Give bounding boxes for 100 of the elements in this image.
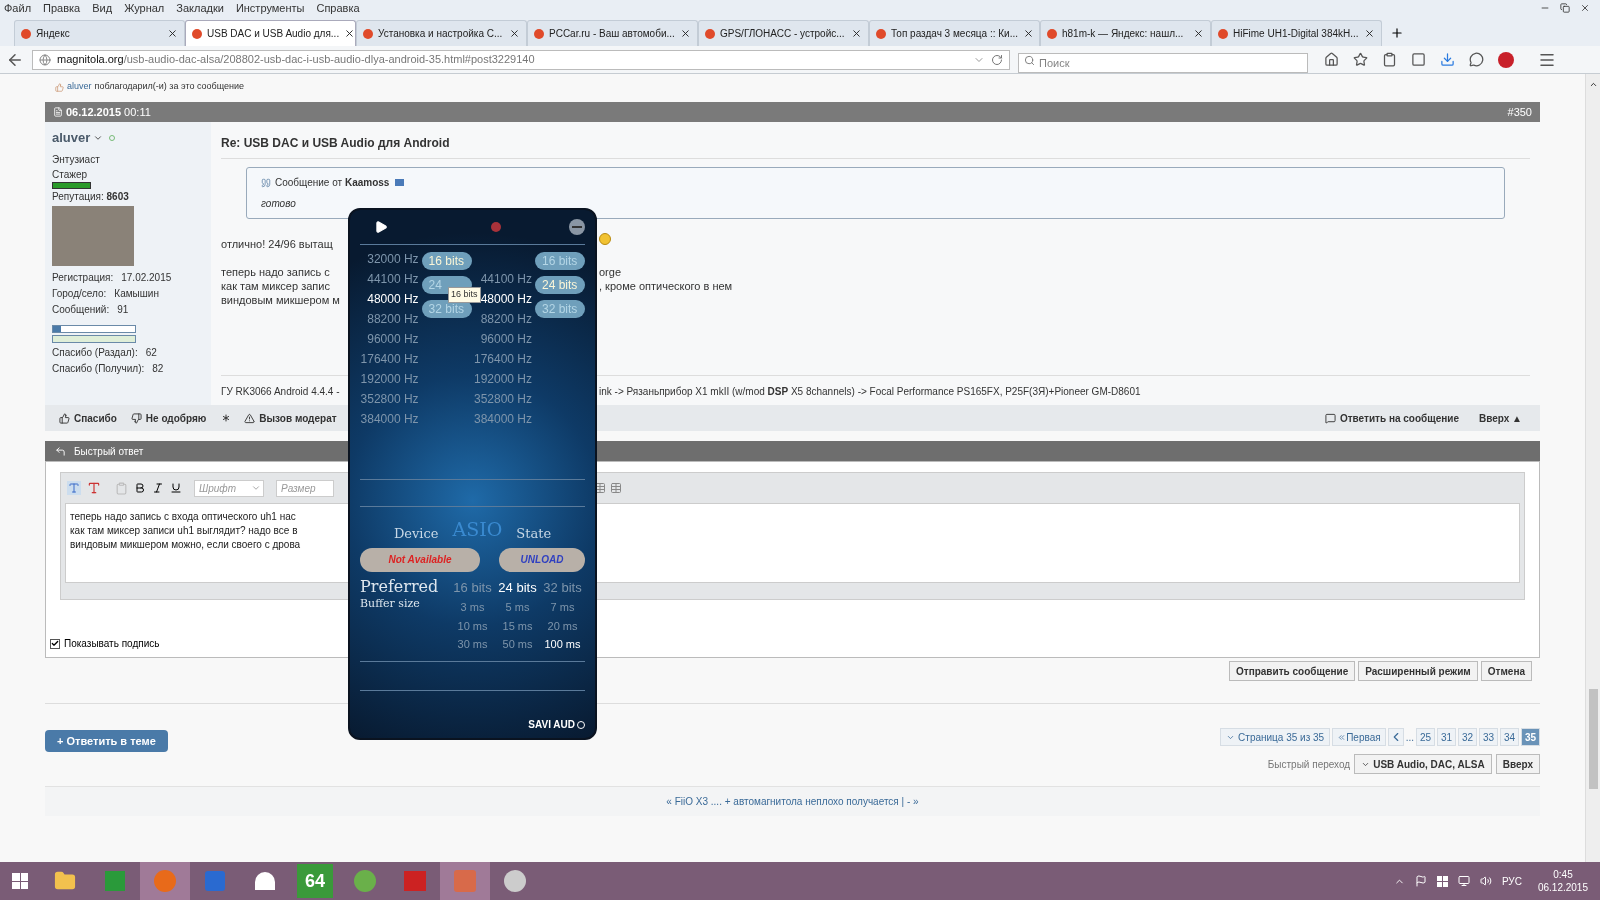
flag-icon[interactable] [1414,875,1427,887]
thread-navigation-link[interactable]: « FiiO X3 .... + автомагнитола неплохо получается | - » [666,794,919,809]
insert-icon[interactable] [610,482,622,494]
sample-rate-option[interactable]: 48000 Hz [480,289,532,309]
previous-page-icon[interactable] [1387,728,1404,746]
browser-tab[interactable]: Установка и настройка С... [356,20,527,46]
menu-item[interactable]: Журнал [124,0,165,17]
buffer-size-option[interactable]: 100 ms [540,636,585,653]
close-tab-icon[interactable] [167,28,178,39]
menu-item[interactable]: Справка [316,0,360,17]
thanks-user-link[interactable]: aluver [67,80,92,94]
form-button[interactable]: Отмена [1480,661,1532,681]
sample-rate-option[interactable]: 32000 Hz [367,249,419,269]
top-button[interactable]: Вверх [1495,754,1540,774]
browser-tab[interactable]: HiFime UH1-Digital 384kH... [1211,20,1382,46]
sample-rate-option[interactable]: 176400 Hz [473,349,532,369]
address-bar[interactable]: magnitola.org/usb-audio-dac-alsa/208802-usb-dac-i-usb-audio-dlya-android-35.html#post3229140 [32,49,1010,70]
buffer-size-option[interactable]: 5 ms [495,599,540,616]
new-tab-icon[interactable] [1390,26,1404,40]
first-page-link[interactable]: Первая [1332,728,1386,746]
page-link[interactable]: 34 [1500,728,1519,746]
sample-rate-option[interactable]: 44100 Hz [480,269,532,289]
buffer-size-option[interactable]: 30 ms [450,636,495,653]
page-summary-dropdown[interactable]: Страница 35 из 35 [1220,728,1331,746]
action-link[interactable]: Вверх ▲ [1479,410,1522,426]
reply-thread-button[interactable]: + Ответить в теме [45,730,168,752]
language-indicator[interactable]: РУС [1501,873,1522,889]
browser-tab[interactable]: PCCar.ru - Ваш автомоби... [527,20,698,46]
close-tab-icon[interactable] [851,28,862,39]
close-tab-icon[interactable] [1364,28,1375,39]
sample-rate-option[interactable]: 96000 Hz [367,329,419,349]
menu-item[interactable]: Файл [4,0,32,17]
action-link[interactable]: Ответить на сообщение [1339,410,1459,426]
buffer-size-option[interactable]: 15 ms [495,617,540,634]
forum-dropdown[interactable]: USB Audio, DAC, ALSA [1354,754,1492,774]
menu-item[interactable]: Инструменты [235,0,305,17]
scrollbar-thumb[interactable] [1588,689,1598,789]
sample-rate-option[interactable]: 44100 Hz [367,269,419,289]
app-tile[interactable]: 64 [297,864,333,898]
sample-rate-option[interactable]: 88200 Hz [480,309,532,329]
view-post-icon[interactable] [395,179,405,186]
page-link[interactable]: 35 [1521,728,1540,746]
page-link[interactable]: 25 [1416,728,1435,746]
sample-rate-option[interactable]: 352800 Hz [360,389,419,409]
sample-rate-option[interactable]: 384000 Hz [360,409,419,429]
form-button[interactable]: Отправить сообщение [1229,661,1356,681]
form-button[interactable]: Расширенный режим [1358,661,1478,681]
italic-icon[interactable] [152,482,164,494]
underline-icon[interactable] [170,482,182,494]
page-link[interactable]: 31 [1437,728,1456,746]
windows-icon[interactable] [1436,875,1448,887]
reload-icon[interactable] [991,53,1003,66]
bookmark-star-icon[interactable] [1353,52,1368,67]
sample-rate-option[interactable]: 192000 Hz [360,369,419,389]
speaker-icon[interactable] [1479,875,1492,887]
scrollbar[interactable] [1585,74,1600,862]
sample-rate-option[interactable]: 96000 Hz [480,329,532,349]
browser-tab[interactable]: GPS/ГЛОНАСС - устройс... [698,20,869,46]
post-number[interactable]: #350 [1507,103,1532,121]
clipboard-icon[interactable] [1382,52,1397,67]
unload-button[interactable]: UNLOAD [499,547,585,572]
search-field[interactable]: Поиск [1018,52,1308,73]
menu-item[interactable]: Закладки [176,0,224,17]
browser-tab[interactable]: Яндекс [14,20,185,46]
buffer-size-option[interactable]: 3 ms [450,599,495,616]
play-icon[interactable] [374,220,388,234]
scroll-up-icon[interactable] [1588,80,1598,89]
close-tab-icon[interactable] [1193,28,1204,39]
menu-item[interactable]: Правка [43,0,81,17]
browser-tab[interactable]: USB DAC и USB Audio для... [185,20,356,46]
buffer-size-option[interactable]: 20 ms [540,617,585,634]
username-link[interactable]: aluver [52,128,91,148]
bold-icon[interactable] [134,482,146,494]
minimize-icon[interactable] [569,219,585,235]
close-tab-icon[interactable] [344,28,356,39]
close-tab-icon[interactable] [680,28,691,39]
record-icon[interactable] [491,222,501,232]
checkbox[interactable] [50,638,60,649]
action-link[interactable]: Не одобряю [145,410,207,426]
sample-rate-option[interactable]: 192000 Hz [473,369,532,389]
adblock-icon[interactable] [1498,51,1514,68]
buffer-size-option[interactable]: 10 ms [450,617,495,634]
restore-icon[interactable] [1560,3,1570,13]
clear-format-icon[interactable] [87,481,101,495]
sample-rate-option[interactable]: 384000 Hz [473,409,532,429]
network-icon[interactable] [1457,875,1470,887]
sample-rate-option[interactable]: 48000 Hz [367,289,419,309]
font-dropdown[interactable]: Шрифт [194,479,264,497]
size-dropdown[interactable]: Размер [276,479,334,497]
home-icon[interactable] [1324,52,1339,67]
close-tab-icon[interactable] [1022,28,1034,39]
page-link[interactable]: 33 [1479,728,1498,746]
sample-rate-option[interactable]: 176400 Hz [360,349,419,369]
page-link[interactable]: 32 [1458,728,1477,746]
sample-rate-option[interactable]: 88200 Hz [367,309,419,329]
table-icon[interactable] [594,482,606,494]
action-link[interactable]: Спасибо [74,410,117,426]
chat-icon[interactable] [1469,52,1484,67]
close-icon[interactable] [1580,3,1590,13]
buffer-size-option[interactable]: 7 ms [540,599,585,616]
